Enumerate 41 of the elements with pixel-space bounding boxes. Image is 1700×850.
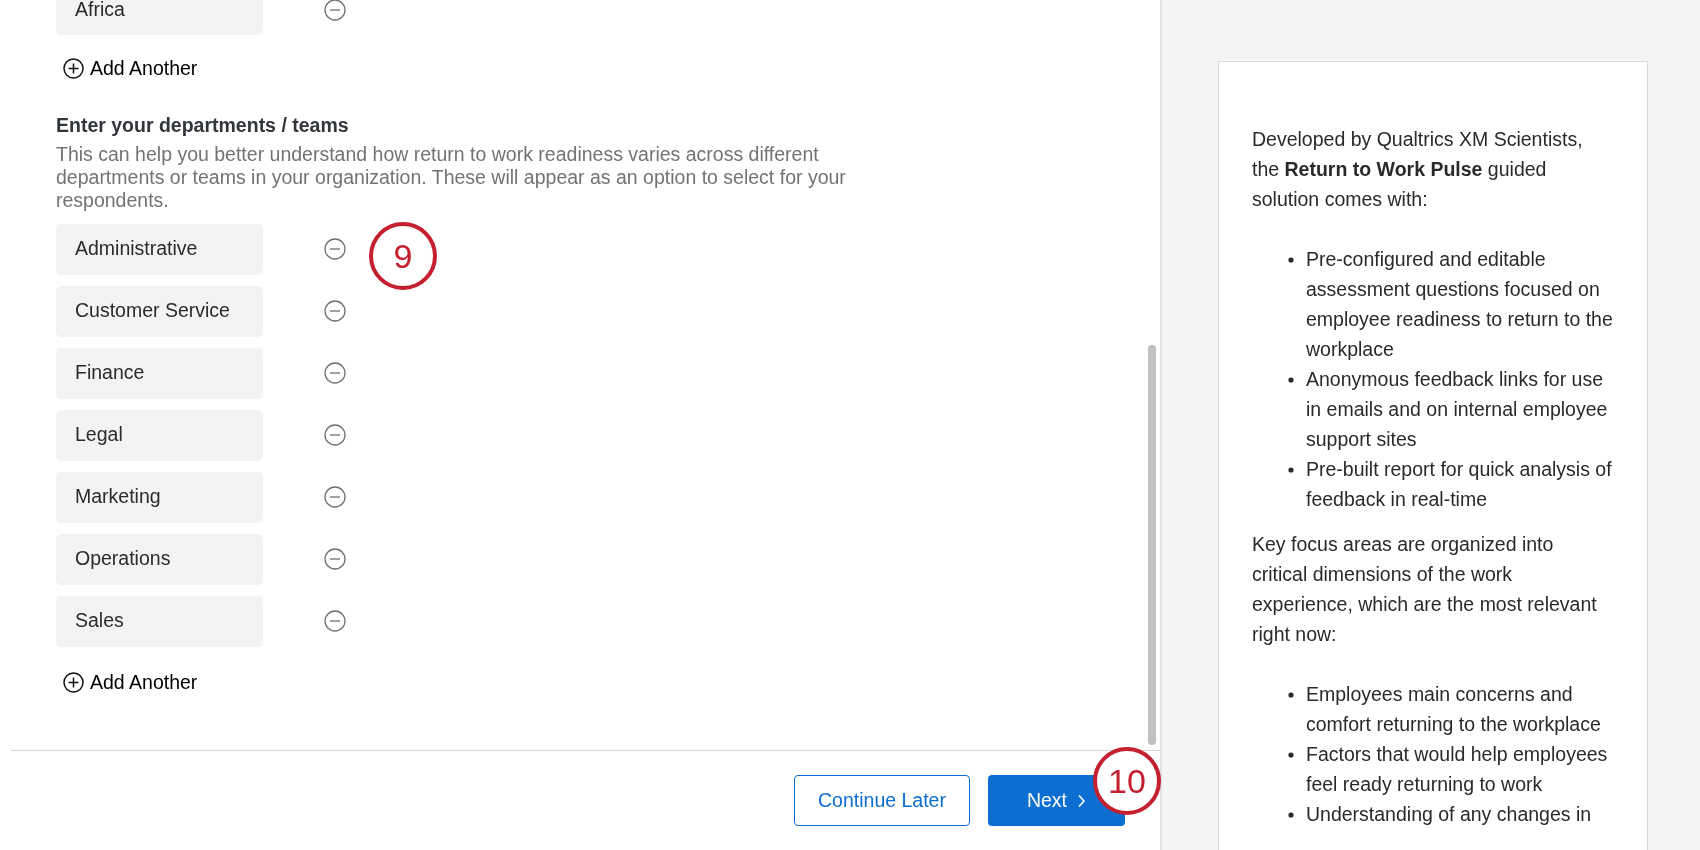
bullet-icon	[1288, 467, 1294, 473]
bullet-icon	[1288, 257, 1294, 263]
list-item: Factors that would help employees feel ready returning to work	[1306, 742, 1609, 797]
remove-icon[interactable]	[324, 300, 346, 322]
list-item: Understanding of any changes in	[1306, 802, 1592, 827]
text-field[interactable]: Finance	[56, 347, 263, 399]
text-field[interactable]: Africa	[56, 0, 263, 35]
step-callout-tooltip: 10	[1093, 747, 1161, 815]
list-item: Anonymous feedback links for use in emails and on internal employee support sites	[1306, 367, 1609, 452]
remove-icon[interactable]	[324, 362, 346, 384]
chevron-right-icon	[1077, 793, 1087, 808]
scrollbar[interactable]	[1148, 345, 1156, 745]
list-item: Pre-configured and editable assessment questions focused on employee readiness to return to the workplace	[1306, 247, 1613, 362]
list-item: Employees main concerns and comfort returning to the workplace	[1306, 682, 1602, 737]
continue-later-button[interactable]: Continue Later	[794, 775, 970, 826]
info-paragraph: Developed by Qualtrics XM Scientists, the Return to Work Pulse guided solution comes with:	[1252, 127, 1584, 212]
remove-icon[interactable]	[324, 238, 346, 260]
section-heading: Enter your departments / teams	[56, 113, 350, 139]
add-icon	[63, 671, 84, 693]
remove-icon[interactable]	[324, 548, 346, 570]
step-callout-tooltip: 9	[369, 222, 437, 290]
text-field[interactable]: Marketing	[56, 471, 263, 523]
add-icon	[63, 58, 84, 80]
text-field[interactable]: Administrative	[56, 223, 263, 275]
remove-icon[interactable]	[324, 0, 346, 21]
remove-icon[interactable]	[324, 610, 346, 632]
remove-icon[interactable]	[324, 424, 346, 446]
bullet-icon	[1288, 812, 1294, 818]
text-field[interactable]: Sales	[56, 595, 263, 647]
bullet-icon	[1288, 377, 1294, 383]
text-field[interactable]: Legal	[56, 409, 263, 461]
add-another-button[interactable]: Add Another	[63, 667, 198, 697]
info-paragraph: Key focus areas are organized into critical dimensions of the work experience, which are the most relevant right now:	[1252, 532, 1598, 647]
add-another-button[interactable]: Add Another	[63, 54, 198, 84]
text-field[interactable]: Operations	[56, 533, 263, 585]
text-field[interactable]: Customer Service	[56, 285, 263, 337]
remove-icon[interactable]	[324, 486, 346, 508]
list-item: Pre-built report for quick analysis of feedback in real-time	[1306, 457, 1613, 512]
section-description: This can help you better understand how return to work readiness varies across different departments or teams in your organization. These will appear as an option to select for your respondents.	[56, 142, 847, 212]
bullet-icon	[1288, 692, 1294, 698]
bullet-icon	[1288, 752, 1294, 758]
